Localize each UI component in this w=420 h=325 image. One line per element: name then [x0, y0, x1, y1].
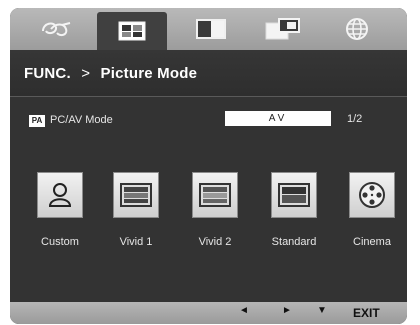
mode-standard[interactable]: Standard [259, 172, 329, 248]
picture-icon [118, 21, 146, 41]
vivid2-icon [192, 172, 238, 218]
right-arrow-button[interactable]: ► [282, 305, 292, 316]
globe-icon [346, 18, 368, 40]
mode-label-cinema: Cinema [353, 236, 391, 248]
tab-bar [10, 8, 407, 50]
pc-av-mode-value[interactable]: AV [225, 111, 331, 126]
mode-vivid-2[interactable]: Vivid 2 [180, 172, 250, 248]
tab-picture[interactable] [97, 12, 167, 50]
pc-av-mode-label: PC/AV Mode [50, 114, 113, 126]
vivid1-icon [113, 172, 159, 218]
mode-label-vivid-2: Vivid 2 [198, 236, 232, 248]
tab-eco[interactable] [22, 12, 92, 46]
breadcrumb-separator: > [81, 65, 91, 82]
person-icon [37, 172, 83, 218]
mode-custom[interactable]: Custom [25, 172, 95, 248]
exit-button[interactable]: EXIT [353, 306, 380, 320]
tab-pip[interactable] [248, 12, 318, 46]
mode-label-custom: Custom [41, 236, 79, 248]
mode-label-standard: Standard [271, 236, 317, 248]
pip-icon [265, 18, 300, 40]
pa-badge-icon: PA [29, 115, 45, 127]
film-reel-icon [349, 172, 395, 218]
split-screen-icon [196, 19, 226, 39]
func-label: FUNC. [24, 65, 71, 82]
footer-controls: ◄ ► ▼ EXIT [10, 302, 407, 324]
menu-title-bar: FUNC. > Picture Mode [10, 50, 407, 96]
left-arrow-button[interactable]: ◄ [239, 305, 249, 316]
down-arrow-button[interactable]: ▼ [317, 305, 327, 316]
osd-menu: FUNC. > Picture Mode PA PC/AV Mode AV 1/… [10, 8, 407, 324]
picture-mode-panel: PA PC/AV Mode AV 1/2 Custom Vivid 1 Vivi… [10, 97, 407, 302]
standard-icon [271, 172, 317, 218]
page-indicator: 1/2 [347, 113, 363, 125]
tab-split[interactable] [176, 12, 246, 46]
mode-label-vivid-1: Vivid 1 [119, 236, 153, 248]
eco-icon [42, 22, 71, 37]
picture-mode-title: Picture Mode [100, 65, 198, 82]
page-title: FUNC. > Picture Mode [24, 65, 197, 82]
mode-vivid-1[interactable]: Vivid 1 [101, 172, 171, 248]
mode-cinema[interactable]: Cinema [337, 172, 407, 248]
tab-language[interactable] [322, 12, 392, 46]
